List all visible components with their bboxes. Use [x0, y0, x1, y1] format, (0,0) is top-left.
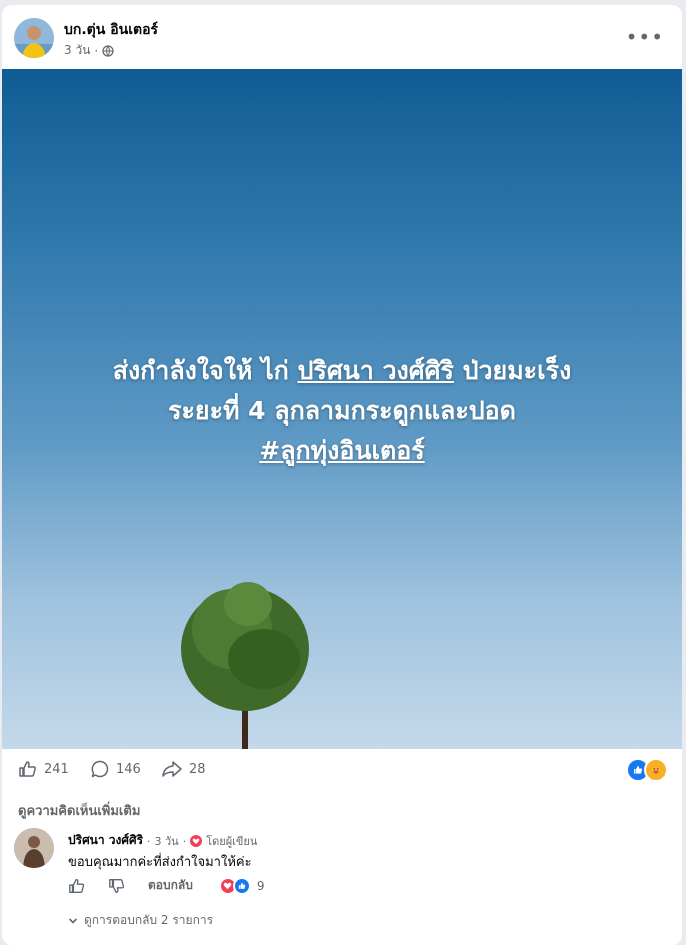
globe-icon [102, 44, 114, 57]
post-actions: 241 146 28 [2, 749, 682, 791]
mentioned-person-link[interactable]: ปริศนา วงศ์ศิริ [298, 356, 454, 385]
caption-line-1: ส่งกำลังใจให้ ไก่ ปริศนา วงศ์ศิริ ป่วยมะ… [2, 351, 682, 391]
comment-separator: · [147, 834, 151, 848]
thumbs-down-icon [109, 878, 125, 893]
comment-icon [91, 760, 109, 778]
more-options-icon[interactable]: ••• [626, 25, 664, 49]
like-reaction-small-icon [232, 876, 251, 895]
commenter-avatar[interactable] [14, 828, 54, 868]
view-more-comments[interactable]: ดูความคิดเห็นเพิ่มเติม [18, 800, 140, 821]
like-button[interactable]: 241 [18, 759, 69, 779]
post-time[interactable]: 3 วัน [64, 41, 90, 60]
share-icon [162, 761, 182, 777]
comment-dislike-button[interactable] [108, 877, 126, 895]
image-caption: ส่งกำลังใจให้ ไก่ ปริศนา วงศ์ศิริ ป่วยมะ… [2, 351, 682, 471]
thumbs-up-icon [69, 878, 85, 893]
author-name[interactable]: บก.ตุ่น อินเตอร์ [64, 19, 158, 41]
care-reaction-icon [644, 758, 668, 782]
post-header: บก.ตุ่น อินเตอร์ 3 วัน · ••• [2, 5, 682, 69]
share-count: 28 [189, 761, 206, 777]
avatar-image [14, 18, 54, 58]
caption-suffix: ป่วยมะเร็ง [453, 356, 572, 385]
chevron-down-icon [68, 917, 78, 924]
view-replies-label: ดูการตอบกลับ 2 รายการ [84, 913, 214, 927]
author-badge: โดยผู้เขียน [206, 835, 258, 848]
comment-reactions[interactable]: 9 [218, 876, 265, 895]
caption-prefix: ส่งกำลังใจให้ ไก่ [112, 356, 298, 385]
share-button[interactable]: 28 [161, 759, 206, 779]
author-badge-icon [190, 835, 203, 847]
comment-meta: · 3 วัน · โดยผู้เขียน [147, 832, 257, 850]
post-image[interactable]: ส่งกำลังใจให้ ไก่ ปริศนา วงศ์ศิริ ป่วยมะ… [2, 69, 682, 749]
like-count: 241 [44, 761, 69, 777]
commenter-avatar-image [14, 828, 54, 868]
view-replies-link[interactable]: ดูการตอบกลับ 2 รายการ [68, 911, 213, 930]
comment-text: ขอบคุณมากค่ะที่ส่งกำใจมาให้ค่ะ [68, 855, 252, 870]
hashtag-link[interactable]: #ลูกทุ่งอินเตอร์ [259, 436, 424, 465]
reaction-summary[interactable] [626, 758, 668, 782]
caption-line-2: ระยะที่ 4 ลุกลามกระดูกและปอด [168, 396, 516, 425]
post-meta: 3 วัน · [64, 41, 114, 60]
author-avatar[interactable] [14, 18, 54, 58]
comment-button[interactable]: 146 [90, 759, 141, 779]
comment-separator-2: · [182, 834, 187, 848]
meta-separator: · [94, 43, 99, 58]
comment-like-button[interactable] [68, 877, 86, 895]
comment-time[interactable]: 3 วัน [155, 832, 179, 850]
comment-actions: ตอบกลับ 9 [68, 876, 265, 895]
commenter-name[interactable]: ปริศนา วงศ์ศิริ [68, 831, 143, 850]
comment-reaction-count: 9 [256, 878, 265, 893]
reply-button[interactable]: ตอบกลับ [148, 876, 193, 895]
comment-count: 146 [116, 761, 141, 777]
post-card: บก.ตุ่น อินเตอร์ 3 วัน · ••• ส่งกำลังใจใ… [2, 5, 682, 945]
like-icon [19, 761, 36, 777]
